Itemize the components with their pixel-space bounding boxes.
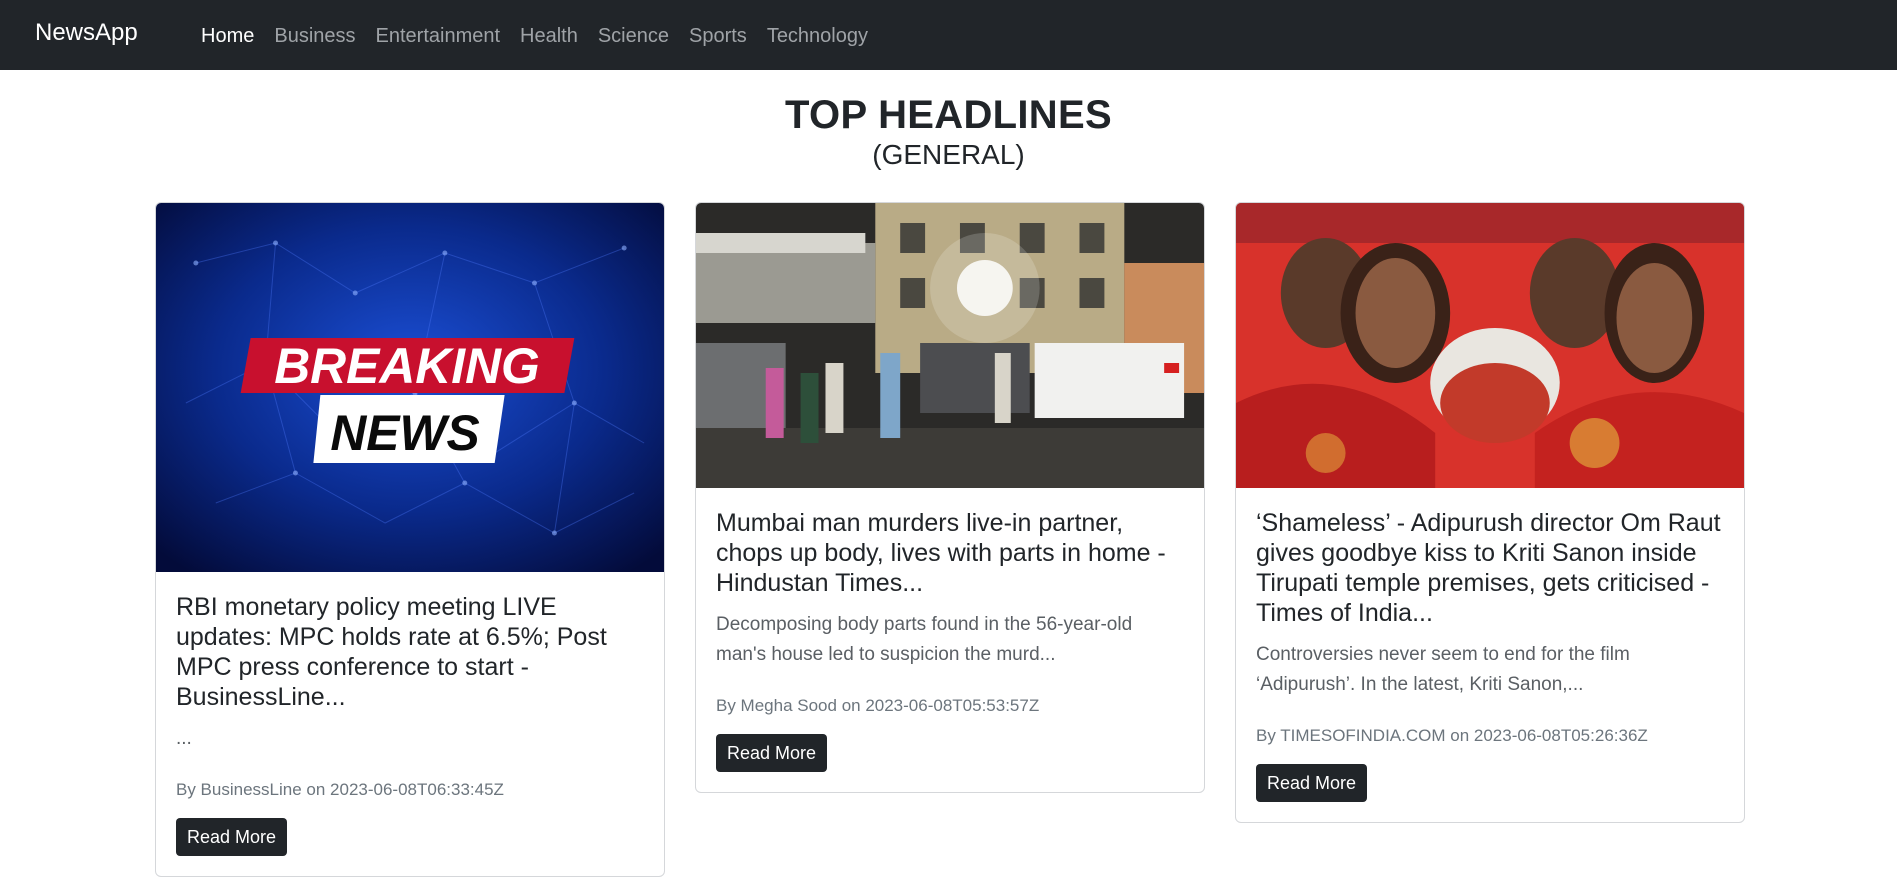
card-description: ... xyxy=(176,728,192,749)
news-image: BREAKING NEWS xyxy=(156,203,664,572)
nav-link-home[interactable]: Home xyxy=(201,22,254,50)
nav-link-sports[interactable]: Sports xyxy=(689,22,747,50)
card-title: Mumbai man murders live-in partner, chop… xyxy=(716,509,1166,597)
brand-link[interactable]: NewsApp xyxy=(35,19,138,47)
news-card: ‘Shameless’ - Adipurush director Om Raut… xyxy=(1235,202,1745,823)
card-title: RBI monetary policy meeting LIVE updates… xyxy=(176,593,607,711)
nav-links: Home Business Entertainment Health Scien… xyxy=(201,22,868,50)
nav-link-entertainment[interactable]: Entertainment xyxy=(376,22,501,50)
read-more-button[interactable]: Read More xyxy=(1256,764,1368,802)
card-body: RBI monetary policy meeting LIVE updates… xyxy=(156,572,664,876)
news-image xyxy=(696,203,1204,488)
nav-link-health[interactable]: Health xyxy=(520,22,578,50)
card-body: Mumbai man murders live-in partner, chop… xyxy=(696,488,1204,792)
nav-link-science[interactable]: Science xyxy=(598,22,669,50)
card-description: Decomposing body parts found in the 56-y… xyxy=(716,614,1133,665)
card-byline: By BusinessLine on 2023-06-08T06:33:45Z xyxy=(176,780,504,799)
card-byline: By Megha Sood on 2023-06-08T05:53:57Z xyxy=(716,696,1040,715)
nav-link-business[interactable]: Business xyxy=(274,22,355,50)
news-image xyxy=(1236,203,1744,488)
news-label: NEWS xyxy=(330,405,479,461)
card-byline: By TIMESOFINDIA.COM on 2023-06-08T05:26:… xyxy=(1256,726,1648,745)
card-description: Controversies never seem to end for the … xyxy=(1256,644,1630,695)
nav-link-technology[interactable]: Technology xyxy=(767,22,868,50)
card-body: ‘Shameless’ - Adipurush director Om Raut… xyxy=(1236,488,1744,822)
news-card: BREAKING NEWS RBI monetary policy meetin… xyxy=(155,202,665,877)
read-more-button[interactable]: Read More xyxy=(176,818,288,856)
breaking-label: BREAKING xyxy=(274,338,540,394)
news-card: Mumbai man murders live-in partner, chop… xyxy=(695,202,1205,793)
page-subtitle: (GENERAL) xyxy=(872,139,1025,170)
page-heading: TOP HEADLINES (GENERAL) xyxy=(0,92,1897,172)
read-more-button[interactable]: Read More xyxy=(716,734,828,772)
page-title: TOP HEADLINES xyxy=(785,93,1112,137)
card-title: ‘Shameless’ - Adipurush director Om Raut… xyxy=(1256,509,1721,627)
navbar: NewsApp Home Business Entertainment Heal… xyxy=(0,0,1897,70)
